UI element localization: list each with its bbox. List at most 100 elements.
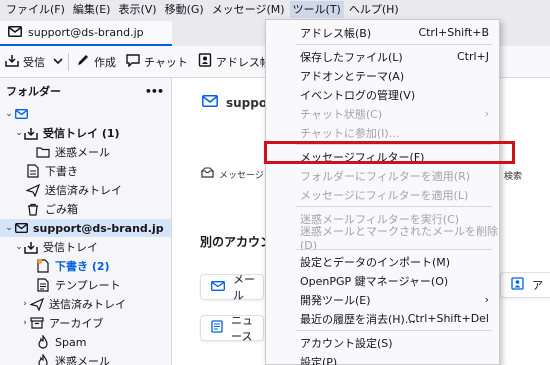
setup-mail-label: メール [233,273,255,302]
menu-edit[interactable]: 編集(E) [70,1,114,18]
menu-item-apply-filters-folder: フォルダーにフィルターを適用(R) [266,166,499,185]
addressbook-button[interactable]: アドレス帳 [193,49,276,75]
compose-label: 作成 [94,55,116,69]
folder-label: 送信済みトレイ [49,298,126,311]
folder-templates-support[interactable]: テンプレート [0,276,171,294]
chat-label: チャット [144,55,188,69]
folder-junk-support[interactable]: 迷惑メール [0,352,171,365]
folder-sent-support[interactable]: › 送信済みトレイ [0,295,171,313]
setup-news-label: ニュース [231,314,253,343]
menu-item-label: 迷惑メールとマークされたメールを削除(D) [300,225,498,252]
menu-item-addons[interactable]: アドオンとテーマ(A) [266,66,499,85]
compose-button[interactable]: 作成 [71,49,121,75]
search-messages-link[interactable]: 検索 [504,169,522,182]
chevron-right-icon: › [484,107,489,120]
folder-label: 受信トレイ (1) [43,127,120,140]
read-messages-link[interactable]: メッセージを [200,167,273,181]
chevron-down-icon[interactable]: ⌄ [4,109,14,119]
send-icon [30,297,44,311]
setup-news-card[interactable]: ニュース [200,314,264,343]
addressbook-label: アドレス帳 [215,55,271,69]
menu-separator [296,44,492,45]
menu-item-label: アドレス帳(B) [300,26,372,40]
folder-account-support[interactable]: ⌄ support@ds-brand.jp [0,219,171,237]
menu-file[interactable]: ファイル(F) [3,1,68,18]
chevron-down-icon[interactable]: ⌄ [14,128,24,138]
folder-junk-local[interactable]: 迷惑メール [0,143,171,161]
chevron-down-icon[interactable]: ⌄ [14,242,24,252]
menu-tools[interactable]: ツール(T) [289,1,344,18]
menu-bar: ファイル(F) 編集(E) 表示(V) 移動(G) メッセージ(M) ツール(T… [0,0,550,19]
setup-mail-card[interactable]: メール [200,273,264,302]
more-options-button[interactable]: ••• [145,85,164,98]
toolbar-separator [68,52,69,71]
receive-button[interactable]: 受信 [0,49,50,75]
folder-label: 下書き [45,165,78,178]
tab-account[interactable]: support@ds-brand.jp [0,21,172,46]
menu-item-label: OpenPGP 鍵マネージャー(O) [300,274,449,288]
menu-item-label: フォルダーにフィルターを適用(R) [300,169,471,183]
folder-sent-local[interactable]: 送信済みトレイ [0,181,171,199]
menu-item-account-settings[interactable]: アカウント設定(S) [266,333,499,352]
folder-inbox-support[interactable]: ⌄ 受信トレイ [0,238,171,256]
menu-item-label: 保存したファイル(L) [300,50,403,64]
folder-label: ごみ箱 [45,203,78,216]
chevron-right-icon[interactable]: › [20,299,30,309]
menu-item-addressbook[interactable]: アドレス帳(B) Ctrl+Shift+B [266,23,499,42]
folder-inbox-local[interactable]: ⌄ 受信トレイ (1) [0,124,171,142]
folder-trash-local[interactable]: ごみ箱 [0,200,171,218]
newsgroup-icon [211,320,223,336]
folder-spam-support[interactable]: Spam [0,333,171,351]
inbox-icon [24,126,38,140]
inbox-icon [24,240,38,254]
folder-account-local[interactable]: ⌄ [0,105,171,123]
chevron-down-icon [53,55,63,68]
menu-separator [296,330,492,331]
menu-separator [296,206,492,207]
menu-item-join-chat: チャットに参加(I)... [266,123,499,142]
menu-item-label: 開発ツール(E) [300,293,371,307]
send-icon [26,183,40,197]
folder-label: 受信トレイ [43,241,98,254]
menu-help[interactable]: ヘルプ(H) [346,1,402,18]
chat-button[interactable]: チャット [121,49,193,75]
menu-item-label: 最近の履歴を消去(H)... [300,312,416,326]
setup-addressbook-card[interactable]: ア [500,272,550,298]
folder-label: アーカイブ [49,317,104,330]
menu-item-clear-history[interactable]: 最近の履歴を消去(H)... Ctrl+Shift+Del [266,309,499,328]
folder-archive-support[interactable]: › アーカイブ [0,314,171,332]
menu-item-import[interactable]: 設定とデータのインポート(M) [266,252,499,271]
mail-icon [14,107,28,121]
setup-addressbook-label: ア [532,279,543,292]
menu-message[interactable]: メッセージ(M) [209,1,288,18]
folder-pane-header: フォルダー ••• [0,78,171,104]
template-icon [36,278,50,292]
mail-icon [202,95,218,110]
mail-icon [14,221,28,235]
receive-label: 受信 [23,55,45,69]
menu-go[interactable]: 移動(G) [162,1,207,18]
menu-item-settings[interactable]: 設定(P) [266,352,499,365]
menu-item-label: アドオンとテーマ(A) [300,69,405,83]
menu-item-delete-junk: 迷惑メールとマークされたメールを削除(D) [266,225,499,252]
folder-pane: フォルダー ••• ⌄ ⌄ 受信トレイ (1) 迷惑メール 下書き 送信済みトレ… [0,78,172,365]
menu-item-saved-files[interactable]: 保存したファイル(L) Ctrl+J [266,47,499,66]
chevron-down-icon[interactable]: ⌄ [4,223,14,233]
menu-view[interactable]: 表示(V) [115,1,159,18]
receive-dropdown[interactable] [50,49,66,75]
folder-label: Spam [55,335,87,349]
menu-item-dev-tools[interactable]: 開発ツール(E) › [266,290,499,309]
folder-label: 下書き (2) [55,260,110,273]
menu-item-activity-manager[interactable]: イベントログの管理(V) [266,85,499,104]
folder-drafts-local[interactable]: 下書き [0,162,171,180]
spam-icon [36,335,50,349]
tools-menu: アドレス帳(B) Ctrl+Shift+B 保存したファイル(L) Ctrl+J… [265,19,500,365]
receive-icon [5,54,19,70]
menu-item-shortcut: Ctrl+J [456,50,489,63]
menu-item-label: 設定とデータのインポート(M) [300,255,451,269]
folder-drafts-support[interactable]: 下書き (2) [0,257,171,275]
addressbook-icon [198,53,212,70]
menu-item-openpgp[interactable]: OpenPGP 鍵マネージャー(O) [266,271,499,290]
folder-label: 迷惑メール [55,146,110,159]
chevron-right-icon[interactable]: › [20,318,30,328]
